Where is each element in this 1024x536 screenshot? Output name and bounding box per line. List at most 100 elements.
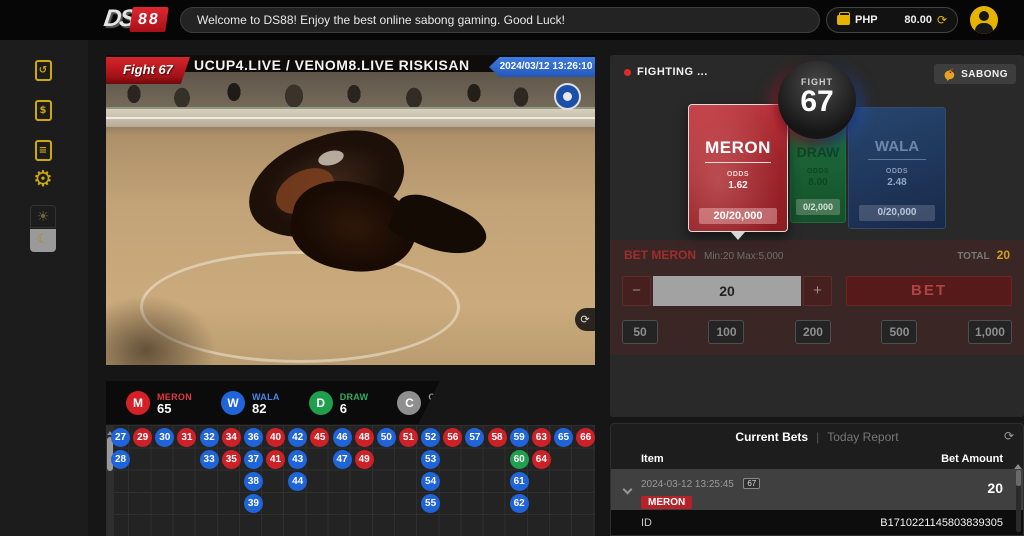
result-dot-51: 51 (399, 428, 418, 447)
quick-chips: 50 100 200 500 1,000 (622, 320, 1012, 344)
result-dot-29: 29 (133, 428, 152, 447)
draw-odds-value: 8.00 (791, 177, 845, 188)
live-video-player[interactable]: UCUP4.LIVE / VENOM8.LIVE RISKISAN Fight … (106, 55, 595, 365)
result-dot-59: 59 (510, 428, 529, 447)
avatar-head-icon (979, 11, 989, 21)
fight-number-badge: Fight 67 (106, 57, 190, 84)
result-dot-64: 64 (532, 450, 551, 469)
bet-row[interactable]: 2024-03-12 13:25:45 67 MERON 20 (611, 469, 1023, 510)
bet-history-doc-icon: ↺ (35, 60, 52, 81)
sidebar-item-settings[interactable]: ⚙ (29, 166, 57, 194)
transactions-doc-icon: $ (35, 100, 52, 121)
left-sidebar: ↺ $ ≡ ⚙ ☀ ☾ (0, 40, 88, 536)
result-dot-37: 37 (244, 450, 263, 469)
wala-pool: 0/20,000 (859, 205, 935, 221)
balance-value: 80.00 (904, 14, 932, 26)
result-dot-38: 38 (244, 472, 263, 491)
theme-dark-toggle[interactable]: ☾ (29, 226, 57, 254)
increase-amount-button[interactable]: + (803, 276, 832, 306)
balance-refresh-icon[interactable]: ⟳ (937, 13, 947, 27)
sidebar-item-bet-history[interactable]: ↺ (29, 56, 57, 84)
rooster-icon (942, 67, 956, 81)
video-timestamp: 2024/03/12 13:26:10 (489, 57, 595, 77)
meron-pool: 20/20,000 (699, 208, 777, 224)
result-dot-35: 35 (222, 450, 241, 469)
total-label: TOTAL (957, 251, 989, 262)
legend-circle-wala: W (221, 391, 245, 415)
legend-item-meron: MMERON65 (126, 391, 192, 415)
result-dot-42: 42 (288, 428, 307, 447)
bets-column-headers: Item Bet Amount (611, 449, 1023, 469)
bet-card-meron[interactable]: MERON ODDS 1.62 20/20,000 (688, 104, 788, 232)
live-status-dot (624, 69, 631, 76)
result-dot-58: 58 (488, 428, 507, 447)
bet-amount-input[interactable]: 20 (653, 276, 801, 306)
result-dot-57: 57 (465, 428, 484, 447)
result-dot-52: 52 (421, 428, 440, 447)
legend-count: 82 (252, 403, 280, 414)
draw-card-title: DRAW (791, 144, 845, 160)
result-dot-27: 27 (111, 428, 130, 447)
currency-code: PHP (855, 14, 899, 26)
meron-odds-label: ODDS (689, 171, 787, 178)
decrease-amount-button[interactable]: − (622, 276, 651, 306)
sun-icon: ☀ (30, 205, 56, 228)
result-dot-62: 62 (510, 494, 529, 513)
result-dot-63: 63 (532, 428, 551, 447)
bet-row-main: 2024-03-12 13:25:45 67 MERON (641, 474, 760, 510)
bets-scrollbar-thumb[interactable] (1016, 470, 1021, 486)
result-dot-55: 55 (421, 494, 440, 513)
legend-item-draw: DDRAW6 (309, 391, 369, 415)
bet-time: 2024-03-12 13:25:45 (641, 479, 734, 490)
result-dot-56: 56 (443, 428, 462, 447)
switch-camera-icon[interactable]: ⟳ (575, 308, 595, 331)
sidebar-item-rules[interactable]: ≡ (29, 136, 57, 164)
result-dot-39: 39 (244, 494, 263, 513)
wallet-balance-pill[interactable]: PHP 80.00 ⟳ (826, 7, 958, 33)
selected-card-pointer (731, 232, 745, 247)
video-arena-wall (106, 107, 595, 127)
tab-current-bets[interactable]: Current Bets (735, 430, 808, 444)
provider-name: SABONG (961, 69, 1008, 80)
logo-88-text: 88 (130, 7, 169, 32)
sidebar-item-transactions[interactable]: $ (29, 96, 57, 124)
legend-item-wala: WWALA82 (221, 391, 280, 415)
quick-chip-500[interactable]: 500 (881, 320, 917, 344)
quick-chip-50[interactable]: 50 (622, 320, 658, 344)
result-dot-43: 43 (288, 450, 307, 469)
gear-icon: ⚙ (33, 169, 53, 191)
wala-odds-value: 2.48 (849, 177, 945, 188)
fight-status: FIGHTING ... (624, 66, 708, 78)
bet-fight-number-badge: 67 (743, 478, 760, 489)
result-dot-49: 49 (355, 450, 374, 469)
draw-odds-label: ODDS (791, 168, 845, 175)
user-avatar[interactable] (970, 6, 998, 34)
result-dot-48: 48 (355, 428, 374, 447)
wala-odds-label: ODDS (849, 168, 945, 175)
current-bets-panel: Current Bets | Today Report ⟳ Item Bet A… (610, 423, 1024, 536)
legend-count: 4 (428, 403, 467, 414)
bet-card-wala[interactable]: WALA ODDS 2.48 0/20,000 (848, 107, 946, 229)
result-dot-30: 30 (155, 428, 174, 447)
bets-scroll-up-arrow[interactable] (1014, 460, 1022, 469)
quick-chip-1,000[interactable]: 1,000 (968, 320, 1012, 344)
quick-chip-100[interactable]: 100 (708, 320, 744, 344)
bet-button[interactable]: BET (846, 276, 1012, 306)
legend-name: CANCEL (428, 392, 467, 403)
bet-controls-zone: BET MERON Min:20 Max:5,000 TOTAL 20 − 20… (610, 240, 1024, 355)
bets-scrollbar[interactable] (1016, 470, 1021, 532)
result-dot-61: 61 (510, 472, 529, 491)
result-dot-65: 65 (554, 428, 573, 447)
result-dot-41: 41 (266, 450, 285, 469)
welcome-banner: Welcome to DS88! Enjoy the best online s… (180, 7, 820, 33)
fight-number: 67 (778, 87, 856, 117)
result-dot-60: 60 (510, 450, 529, 469)
tab-today-report[interactable]: Today Report (827, 430, 898, 444)
ds88-logo[interactable]: DS 88 (104, 5, 167, 33)
bets-refresh-icon[interactable]: ⟳ (1004, 429, 1014, 443)
fight-status-text: FIGHTING ... (637, 66, 708, 78)
legend-item-cancel: CCANCEL4 (397, 391, 467, 415)
bet-limits: Min:20 Max:5,000 (704, 251, 957, 262)
provider-badge[interactable]: SABONG (934, 64, 1016, 84)
quick-chip-200[interactable]: 200 (795, 320, 831, 344)
